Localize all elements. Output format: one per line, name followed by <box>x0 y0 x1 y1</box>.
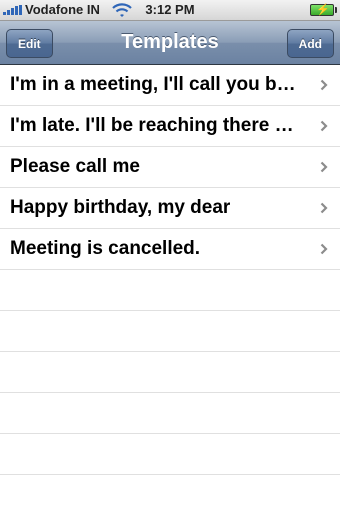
chevron-right-icon <box>320 243 328 255</box>
status-time: 3:12 PM <box>145 2 195 17</box>
navigation-bar: Templates Edit Add <box>0 21 340 65</box>
template-label: Please call me <box>10 156 140 177</box>
template-label: I'm in a meeting, I'll call you back <box>10 74 302 95</box>
template-label: I'm late. I'll be reaching there soon <box>10 115 302 136</box>
templates-table: I'm in a meeting, I'll call you back I'm… <box>0 65 340 510</box>
empty-row <box>0 311 340 352</box>
add-template-button[interactable]: Add <box>286 29 334 58</box>
templates-screen: Vodafone IN 3:12 PM ⚡ Templates Edit Add… <box>0 0 340 510</box>
status-bar: Vodafone IN 3:12 PM ⚡ <box>0 0 340 21</box>
template-label: Meeting is cancelled. <box>10 238 201 259</box>
template-row[interactable]: I'm in a meeting, I'll call you back <box>0 65 340 106</box>
template-row[interactable]: Meeting is cancelled. <box>0 229 340 270</box>
chevron-right-icon <box>320 161 328 173</box>
empty-row <box>0 352 340 393</box>
empty-row <box>0 434 340 475</box>
chevron-right-icon <box>320 120 328 132</box>
template-row[interactable]: I'm late. I'll be reaching there soon <box>0 106 340 147</box>
template-row[interactable]: Please call me <box>0 147 340 188</box>
empty-row <box>0 270 340 311</box>
chevron-right-icon <box>320 202 328 214</box>
battery-charging-icon: ⚡ <box>310 4 337 16</box>
charging-bolt-icon: ⚡ <box>316 4 330 16</box>
edit-button[interactable]: Edit <box>6 29 53 58</box>
template-row[interactable]: Happy birthday, my dear <box>0 188 340 229</box>
chevron-right-icon <box>320 79 328 91</box>
empty-row <box>0 393 340 434</box>
template-label: Happy birthday, my dear <box>10 197 231 218</box>
